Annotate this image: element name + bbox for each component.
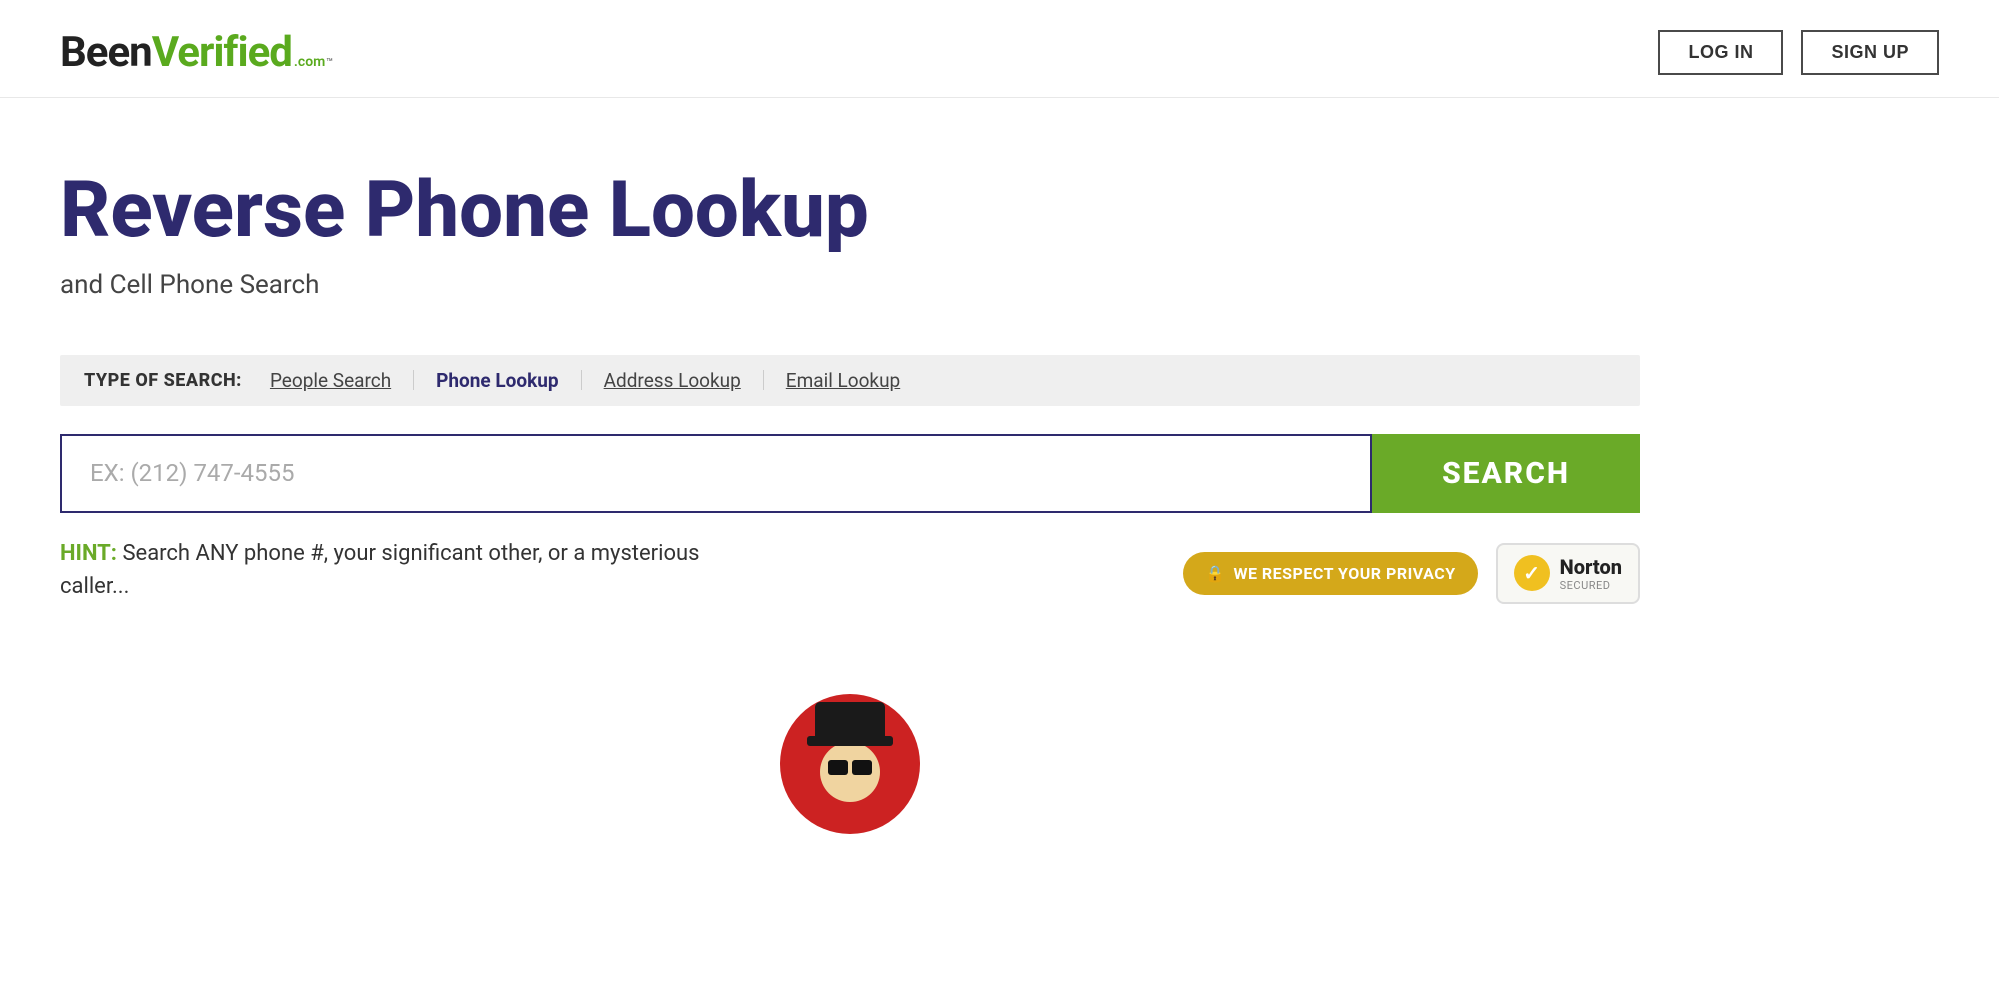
hint-body: Search ANY phone #, your significant oth… — [60, 541, 700, 599]
main-content: Reverse Phone Lookup and Cell Phone Sear… — [0, 98, 1999, 894]
page-wrapper: BeenVerified.com™ LOG IN SIGN UP Reverse… — [0, 0, 1999, 985]
norton-name: Norton — [1560, 555, 1622, 579]
tab-people-search[interactable]: People Search — [270, 369, 391, 392]
search-type-bar: TYPE OF SEARCH: People Search Phone Look… — [60, 355, 1640, 406]
bottom-figure-area — [60, 634, 1640, 834]
tab-phone-lookup[interactable]: Phone Lookup — [436, 369, 558, 392]
spy-right-glass — [852, 760, 872, 775]
logo-verified: Verified — [152, 28, 292, 77]
spy-illustration — [700, 634, 1000, 834]
tab-email-lookup[interactable]: Email Lookup — [786, 369, 900, 392]
spy-left-glass — [828, 760, 848, 775]
page-subtitle: and Cell Phone Search — [60, 270, 1939, 300]
logo-been: Been — [60, 28, 152, 77]
header: BeenVerified.com™ LOG IN SIGN UP — [0, 0, 1999, 98]
search-button[interactable]: SEARCH — [1372, 434, 1640, 513]
divider-1 — [413, 370, 414, 390]
phone-search-input[interactable] — [60, 434, 1372, 513]
spy-circle — [780, 694, 920, 834]
signup-button[interactable]: SIGN UP — [1801, 30, 1939, 75]
search-row: SEARCH — [60, 434, 1640, 513]
login-button[interactable]: LOG IN — [1658, 30, 1783, 75]
spy-hat — [815, 702, 885, 738]
tab-address-lookup[interactable]: Address Lookup — [604, 369, 741, 392]
logo-tm: ™ — [326, 56, 333, 69]
norton-badge: ✓ Norton SECURED — [1496, 543, 1640, 604]
search-type-label: TYPE OF SEARCH: — [84, 370, 242, 391]
hint-badges-row: HINT: Search ANY phone #, your significa… — [60, 537, 1640, 604]
logo: BeenVerified.com™ — [60, 28, 333, 77]
divider-2 — [581, 370, 582, 390]
spy-glasses — [828, 760, 872, 775]
norton-secured: SECURED — [1560, 579, 1622, 592]
lock-icon: 🔒 — [1205, 564, 1225, 583]
hint-label: HINT: — [60, 541, 117, 566]
divider-3 — [763, 370, 764, 390]
page-title: Reverse Phone Lookup — [60, 168, 960, 254]
privacy-badge: 🔒 WE RESPECT YOUR PRIVACY — [1183, 552, 1478, 595]
logo-dotcom: .com — [294, 54, 325, 70]
privacy-badge-text: WE RESPECT YOUR PRIVACY — [1233, 564, 1455, 583]
norton-text-block: Norton SECURED — [1560, 555, 1622, 592]
header-buttons: LOG IN SIGN UP — [1658, 30, 1939, 75]
hint-text: HINT: Search ANY phone #, your significa… — [60, 537, 710, 603]
spy-hat-brim — [807, 736, 893, 746]
badges-container: 🔒 WE RESPECT YOUR PRIVACY ✓ Norton SECUR… — [1183, 537, 1640, 604]
norton-check-icon: ✓ — [1514, 555, 1550, 591]
